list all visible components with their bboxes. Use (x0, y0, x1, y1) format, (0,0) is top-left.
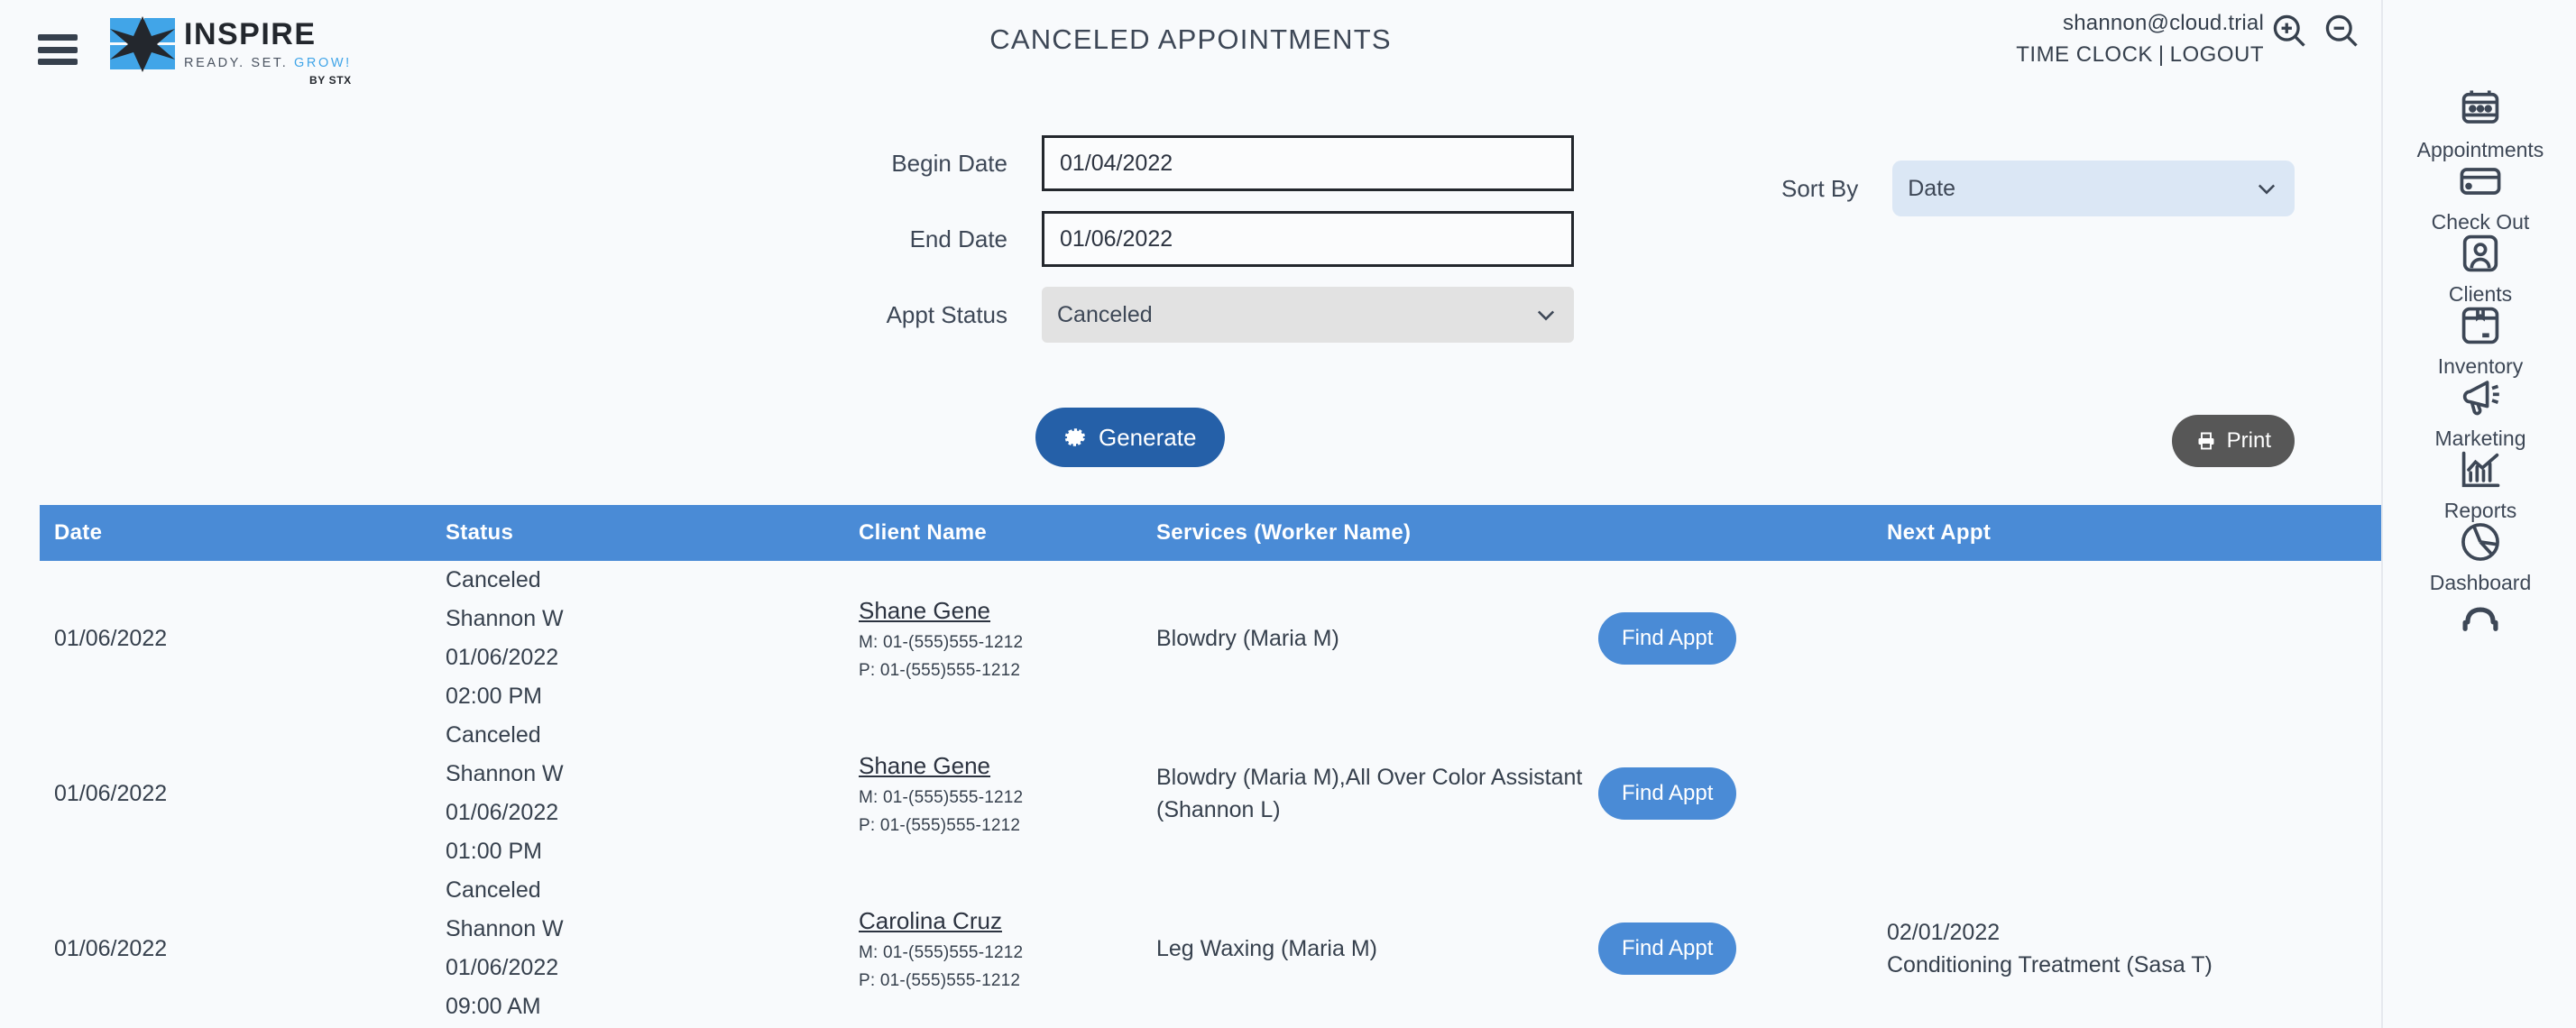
right-navigation-rail: Appointments Check Out Clients Inventory… (2381, 0, 2576, 1028)
begin-date-input[interactable] (1042, 135, 1574, 191)
chevron-down-icon (2259, 184, 2276, 195)
client-name-link[interactable]: Shane Gene (859, 752, 990, 780)
megaphone-icon (2383, 374, 2576, 421)
table-header-row: Date Status Client Name Services (Worker… (40, 505, 2381, 561)
zoom-controls (2269, 11, 2361, 50)
brand-by: BY STX (309, 74, 352, 87)
generate-button[interactable]: Generate (1035, 408, 1226, 467)
top-bar: INSPIRE READY. SET. GROW! BY STX CANCELE… (0, 0, 2381, 99)
zoom-in-icon[interactable] (2269, 11, 2309, 50)
column-header-services: Services (Worker Name) (1156, 520, 1412, 545)
hamburger-bar (38, 59, 78, 65)
link-separator: | (2157, 42, 2165, 67)
printer-icon (2198, 432, 2214, 450)
sidebar-item-check-out[interactable]: Check Out (2383, 158, 2576, 234)
app-window: INSPIRE READY. SET. GROW! BY STX CANCELE… (0, 0, 2576, 1028)
zoom-out-icon[interactable] (2322, 11, 2361, 50)
credit-card-icon (2383, 158, 2576, 205)
print-label: Print (2226, 428, 2271, 453)
generate-label: Generate (1099, 423, 1197, 451)
sort-by-value: Date (1908, 175, 1956, 201)
chair-icon (2383, 601, 2576, 648)
sidebar-item-marketing[interactable]: Marketing (2383, 374, 2576, 451)
sidebar-item-reports[interactable]: Reports (2383, 446, 2576, 523)
sidebar-label: Dashboard (2429, 571, 2532, 594)
client-name-link[interactable]: Shane Gene (859, 597, 990, 625)
begin-date-label: Begin Date (891, 149, 1007, 177)
cell-services: Leg Waxing (Maria M) (1156, 935, 1377, 961)
appt-status-row: Appt Status Canceled (0, 287, 2381, 343)
cell-services: Blowdry (Maria M) (1156, 625, 1339, 651)
end-date-row: End Date (0, 211, 2381, 267)
account-area: shannon@cloud.trial TIME CLOCK | LOGOUT (2016, 11, 2264, 68)
sidebar-item-inventory[interactable]: Inventory (2383, 302, 2576, 379)
client-mobile: M: 01-(555)555-1212 (859, 632, 1024, 652)
column-header-next: Next Appt (1887, 520, 1992, 545)
sidebar-item-partial[interactable] (2383, 601, 2576, 648)
appt-status-select[interactable]: Canceled (1042, 287, 1574, 343)
cell-services: Blowdry (Maria M),All Over Color Assista… (1156, 764, 1583, 822)
column-header-date: Date (54, 520, 103, 545)
table-row: 01/06/2022 Canceled Shannon W 01/06/2022… (40, 871, 2381, 1026)
end-date-label: End Date (909, 225, 1007, 252)
cell-find-appt: Find Appt (1598, 767, 1887, 820)
account-email: shannon@cloud.trial (2063, 11, 2264, 35)
pie-chart-icon (2383, 519, 2576, 565)
logout-link[interactable]: LOGOUT (2170, 42, 2264, 67)
end-date-input[interactable] (1042, 211, 1574, 267)
client-phone: P: 01-(555)555-1212 (859, 970, 1021, 990)
find-appt-button[interactable]: Find Appt (1598, 767, 1737, 820)
find-appt-button[interactable]: Find Appt (1598, 612, 1737, 665)
bar-chart-icon (2383, 446, 2576, 493)
chevron-down-icon (1537, 310, 1555, 321)
cell-next-appt: 02/01/2022 Conditioning Treatment (Sasa … (1887, 919, 2213, 978)
contact-card-icon (2383, 230, 2576, 277)
appt-status-value: Canceled (1057, 301, 1153, 327)
cell-client: Shane Gene M: 01-(555)555-1212 P: 01-(55… (859, 752, 1156, 836)
appt-status-label: Appt Status (886, 300, 1007, 328)
cell-status: Canceled Shannon W 01/06/2022 02:00 PM (446, 567, 564, 709)
cell-client: Shane Gene M: 01-(555)555-1212 P: 01-(55… (859, 597, 1156, 681)
client-phone: P: 01-(555)555-1212 (859, 815, 1021, 835)
column-header-client: Client Name (859, 520, 988, 545)
client-phone: P: 01-(555)555-1212 (859, 660, 1021, 680)
gear-icon (1064, 428, 1085, 446)
sidebar-item-dashboard[interactable]: Dashboard (2383, 519, 2576, 595)
cell-find-appt: Find Appt (1598, 922, 1887, 975)
column-header-status: Status (446, 520, 514, 545)
print-button[interactable]: Print (2171, 415, 2295, 467)
account-links: TIME CLOCK | LOGOUT (2016, 42, 2264, 68)
cell-date: 01/06/2022 (54, 780, 168, 806)
client-mobile: M: 01-(555)555-1212 (859, 942, 1024, 962)
client-name-link[interactable]: Carolina Cruz (859, 907, 1002, 935)
table-row: 01/06/2022 Canceled Shannon W 01/06/2022… (40, 561, 2381, 716)
sort-by-select[interactable]: Date (1892, 161, 2295, 216)
appointments-table: Date Status Client Name Services (Worker… (40, 505, 2381, 1026)
calendar-icon (2383, 86, 2576, 133)
client-mobile: M: 01-(555)555-1212 (859, 787, 1024, 807)
table-row: 01/06/2022 Canceled Shannon W 01/06/2022… (40, 716, 2381, 871)
cell-status: Canceled Shannon W 01/06/2022 01:00 PM (446, 722, 564, 864)
time-clock-link[interactable]: TIME CLOCK (2016, 42, 2153, 67)
brand-tagline: READY. SET. GROW! (184, 56, 352, 70)
cell-client: Carolina Cruz M: 01-(555)555-1212 P: 01-… (859, 907, 1156, 991)
cell-find-appt: Find Appt (1598, 612, 1887, 665)
action-buttons: Generate Print (0, 397, 2381, 469)
sort-by-row: Sort By Date (1781, 161, 2295, 216)
cell-date: 01/06/2022 (54, 935, 168, 961)
sidebar-item-clients[interactable]: Clients (2383, 230, 2576, 307)
find-appt-button[interactable]: Find Appt (1598, 922, 1737, 975)
box-icon (2383, 302, 2576, 349)
sidebar-item-appointments[interactable]: Appointments (2383, 86, 2576, 162)
cell-status: Canceled Shannon W 01/06/2022 09:00 AM (446, 877, 564, 1019)
sort-by-label: Sort By (1781, 174, 1859, 202)
cell-date: 01/06/2022 (54, 625, 168, 651)
